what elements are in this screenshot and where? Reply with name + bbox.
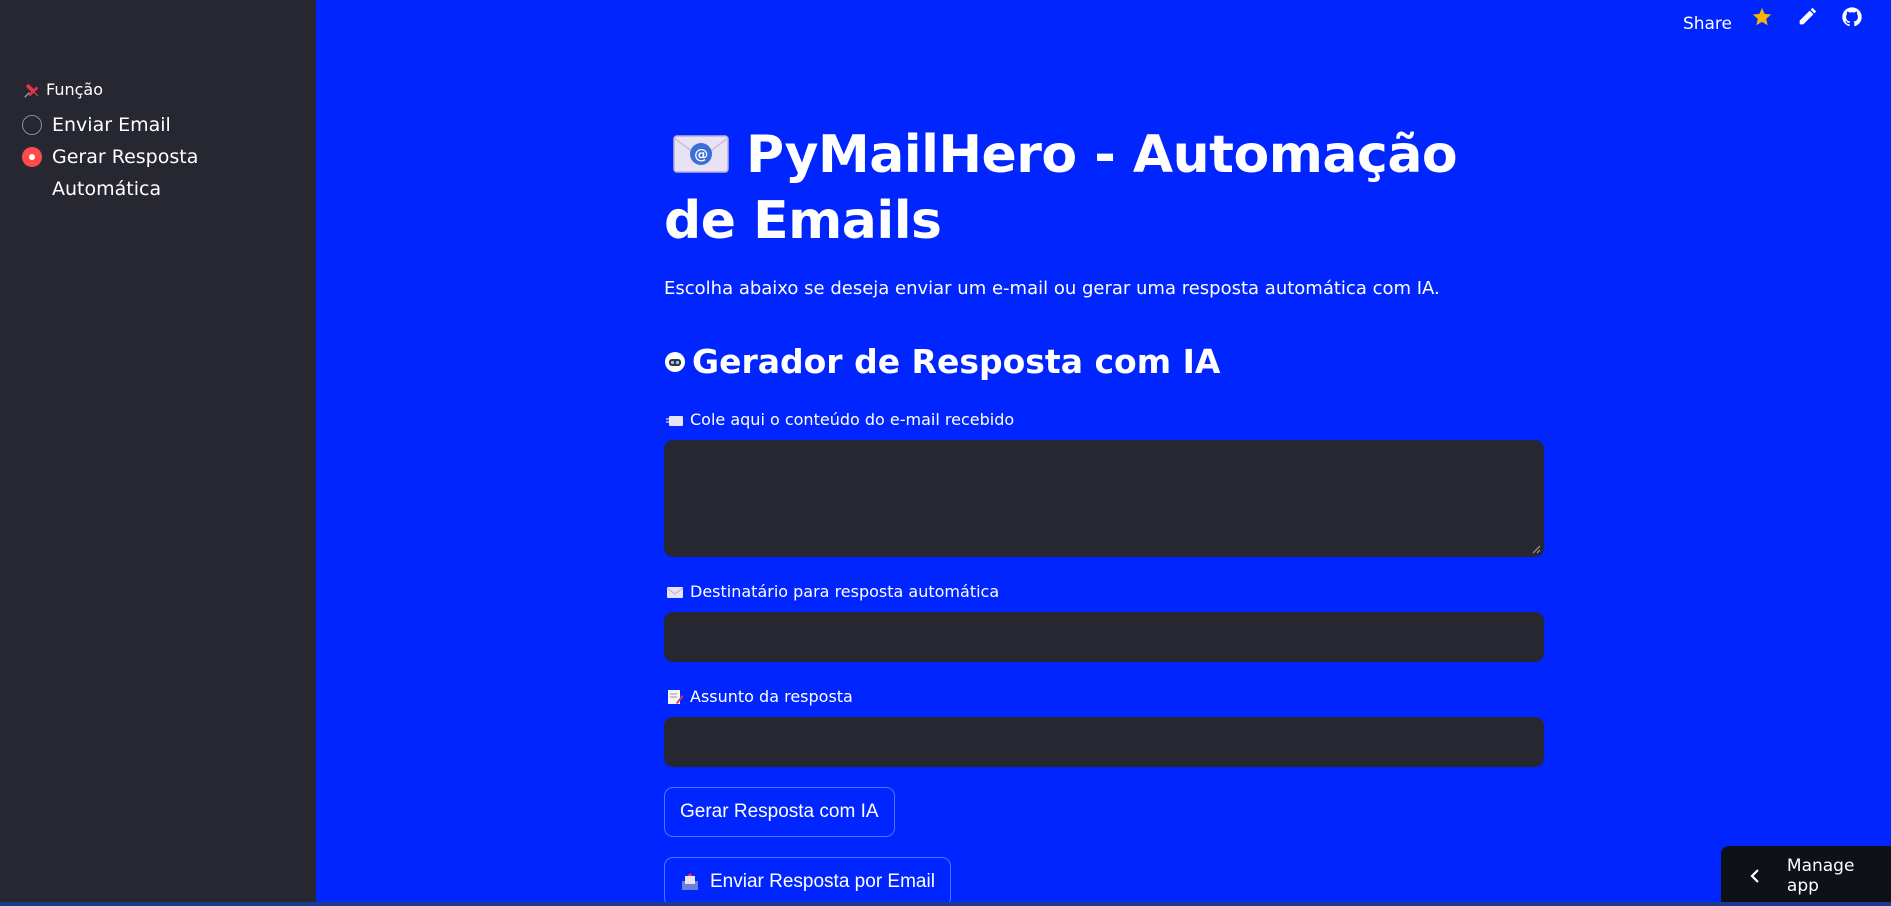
pushpin-icon (24, 83, 39, 98)
radio-option-gerar-resposta[interactable]: Gerar Resposta Automática (22, 141, 252, 205)
subject-label: Assunto da resposta (666, 687, 853, 706)
section-title: Gerador de Resposta com IA (664, 342, 1220, 381)
manage-app-label: Manage app (1786, 856, 1855, 896)
email-content-label-text: Cole aqui o conteúdo do e-mail recebido (690, 410, 1015, 429)
sidebar: Função Enviar Email Gerar Resposta Autom… (0, 0, 316, 906)
generate-response-button-label: Gerar Resposta com IA (680, 801, 879, 822)
github-icon[interactable] (1841, 6, 1863, 28)
subject-input[interactable] (664, 717, 1544, 767)
generate-response-button[interactable]: Gerar Resposta com IA (664, 787, 895, 837)
share-button[interactable]: Share (1683, 7, 1732, 41)
email-content-label: Cole aqui o conteúdo do e-mail recebido (666, 410, 1014, 429)
page-title: @ PyMailHero - Automação de Emails (664, 122, 1484, 254)
recipient-label: Destinatário para resposta automática (666, 582, 999, 601)
page-subtitle: Escolha abaixo se deseja enviar um e-mai… (664, 278, 1440, 299)
envelope-icon (666, 586, 684, 598)
chevron-left-icon (1750, 869, 1759, 883)
star-icon[interactable] (1751, 6, 1773, 28)
function-radio-label: Função (23, 80, 103, 99)
send-response-button[interactable]: Enviar Resposta por Email (664, 857, 951, 906)
recipient-label-text: Destinatário para resposta automática (690, 582, 1000, 601)
svg-text:@: @ (694, 147, 708, 163)
recipient-input[interactable] (664, 612, 1544, 662)
radio-group-title: Função (46, 80, 103, 99)
robot-icon (665, 351, 685, 372)
bottom-border (0, 902, 1891, 906)
radio-checked-icon[interactable] (22, 147, 42, 167)
subject-label-text: Assunto da resposta (690, 687, 853, 706)
email-content-textarea[interactable] (664, 440, 1544, 557)
outbox-tray-icon (682, 873, 698, 890)
manage-app-button[interactable]: Manage app (1721, 846, 1891, 906)
radio-option-label: Enviar Email (52, 114, 171, 136)
section-title-text: Gerador de Resposta com IA (692, 342, 1221, 381)
radio-unchecked-icon[interactable] (22, 115, 42, 135)
envelope-at-icon: @ (673, 135, 729, 173)
send-response-button-label: Enviar Resposta por Email (710, 871, 935, 892)
radio-option-label: Gerar Resposta Automática (52, 146, 199, 200)
memo-icon (668, 689, 684, 704)
page-title-text: PyMailHero - Automação de Emails (664, 125, 1458, 251)
pencil-icon[interactable] (1796, 6, 1818, 28)
radio-option-enviar-email[interactable]: Enviar Email (22, 109, 171, 141)
incoming-envelope-icon (666, 415, 683, 426)
resize-grip-icon[interactable] (1532, 545, 1541, 554)
